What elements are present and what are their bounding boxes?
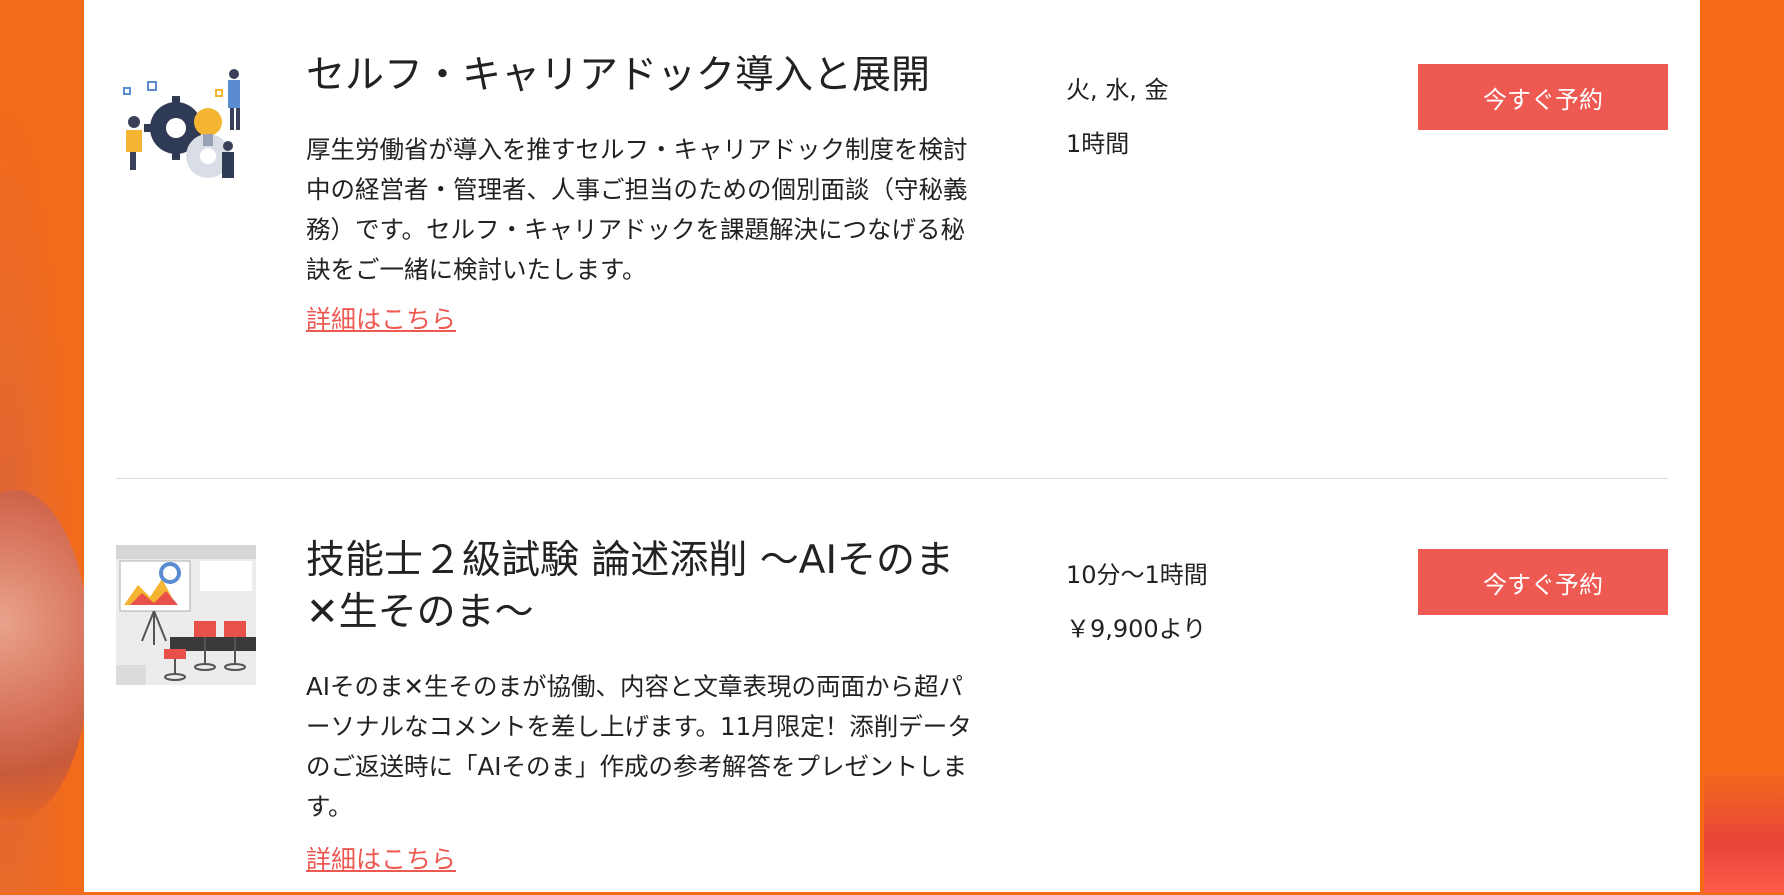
panel-fade-overlay — [1340, 732, 1700, 892]
book-now-button[interactable]: 今すぐ予約 — [1418, 549, 1668, 615]
service-duration: 1時間 — [1066, 130, 1130, 158]
book-now-button[interactable]: 今すぐ予約 — [1418, 64, 1668, 130]
service-list-panel: セルフ・キャリアドック導入と展開 厚生労働省が導入を推すセルフ・キャリアドック制… — [84, 0, 1700, 892]
career-dock-illustration-icon — [116, 60, 256, 200]
details-link[interactable]: 詳細はこちら — [306, 300, 456, 336]
service-duration: 10分〜1時間 — [1066, 561, 1208, 589]
service-description: AIそのま✕生そのまが協働、内容と文章表現の両面から超パーソナルなコメントを差し… — [306, 672, 972, 821]
background-right — [1700, 0, 1784, 892]
service-item: セルフ・キャリアドック導入と展開 厚生労働省が導入を推すセルフ・キャリアドック制… — [116, 50, 1668, 450]
service-title: セルフ・キャリアドック導入と展開 — [306, 53, 931, 98]
presentation-meeting-illustration-icon — [116, 545, 256, 685]
details-link[interactable]: 詳細はこちら — [306, 840, 456, 876]
background-red-decoration — [1704, 772, 1784, 892]
essay-review-thumbnail[interactable] — [116, 545, 256, 685]
service-price: ￥9,900より — [1066, 615, 1207, 643]
background-fruit-decoration — [0, 490, 90, 820]
background-left — [0, 0, 90, 892]
service-description: 厚生労働省が導入を推すセルフ・キャリアドック制度を検討中の経営者・管理者、人事ご… — [306, 135, 968, 284]
service-title: 技能士２級試験 論述添削 ～AIそのま✕生そのま～ — [306, 538, 954, 635]
career-dock-thumbnail[interactable] — [116, 60, 256, 200]
service-days: 火, 水, 金 — [1066, 76, 1169, 104]
service-divider — [116, 478, 1668, 479]
